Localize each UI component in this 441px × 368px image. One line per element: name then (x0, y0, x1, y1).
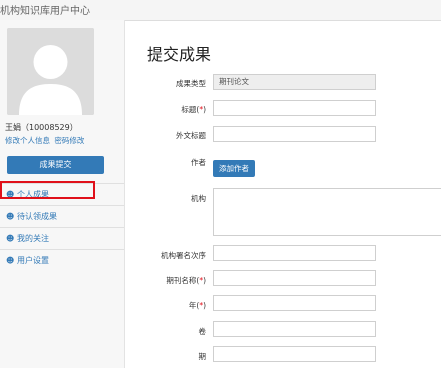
top-bar: 机构知识库用户中心 (0, 0, 441, 21)
result-type-field[interactable]: 期刊论文 (213, 74, 376, 90)
sidebar-nav: ☻ 个人成果 ☻ 待认领成果 ☻ 我的关注 ☻ 用户设置 (0, 183, 124, 271)
foreign-title-label: 外文标题 (176, 131, 206, 140)
edit-profile-link[interactable]: 修改个人信息 (5, 136, 50, 145)
title-label: 标题(*) (181, 105, 206, 114)
title-input[interactable] (213, 100, 376, 116)
sidebar-item-label: 用户设置 (17, 256, 49, 265)
avatar (7, 28, 94, 115)
organization-label: 机构 (191, 194, 206, 203)
person-icon: ☻ (6, 234, 15, 243)
foreign-title-input[interactable] (213, 126, 376, 142)
sidebar-item-pending-claims[interactable]: ☻ 待认领成果 (0, 205, 124, 227)
avatar-placeholder-icon (7, 28, 94, 115)
sidebar-item-my-results[interactable]: ☻ 个人成果 (0, 183, 124, 205)
add-author-button[interactable]: 添加作者 (213, 160, 255, 177)
journal-name-input[interactable] (213, 270, 376, 286)
issue-input[interactable] (213, 346, 376, 362)
organization-textarea[interactable] (213, 188, 441, 236)
volume-label: 卷 (198, 327, 207, 336)
journal-name-label: 期刊名称(*) (166, 276, 206, 285)
issue-label: 期 (198, 352, 207, 361)
sidebar-item-label: 我的关注 (17, 234, 49, 243)
author-label: 作者 (191, 158, 206, 167)
sidebar-item-my-follows[interactable]: ☻ 我的关注 (0, 227, 124, 249)
person-icon: ☻ (6, 256, 15, 265)
person-icon: ☻ (6, 212, 15, 221)
page-title: 提交成果 (147, 45, 212, 64)
sidebar-item-user-settings[interactable]: ☻ 用户设置 (0, 249, 124, 271)
org-order-input[interactable] (213, 245, 376, 261)
change-password-link[interactable]: 密码修改 (54, 136, 84, 145)
org-order-label: 机构署名次序 (161, 251, 206, 260)
volume-input[interactable] (213, 321, 376, 337)
submit-result-button[interactable]: 成果提交 (7, 156, 104, 174)
user-links: 修改个人信息 密码修改 (5, 135, 86, 146)
app-title: 机构知识库用户中心 (0, 6, 90, 17)
person-icon: ☻ (6, 190, 15, 199)
sidebar-item-label: 个人成果 (17, 190, 49, 199)
year-input[interactable] (213, 295, 376, 311)
sidebar-item-label: 待认领成果 (17, 212, 57, 221)
year-label: 年(*) (188, 301, 206, 310)
user-name-id: 王娟（10008529） (5, 123, 78, 132)
sidebar: 王娟（10008529） 修改个人信息 密码修改 成果提交 ☻ 个人成果 ☻ 待认领… (0, 20, 125, 368)
result-type-label: 成果类型 (176, 79, 206, 88)
